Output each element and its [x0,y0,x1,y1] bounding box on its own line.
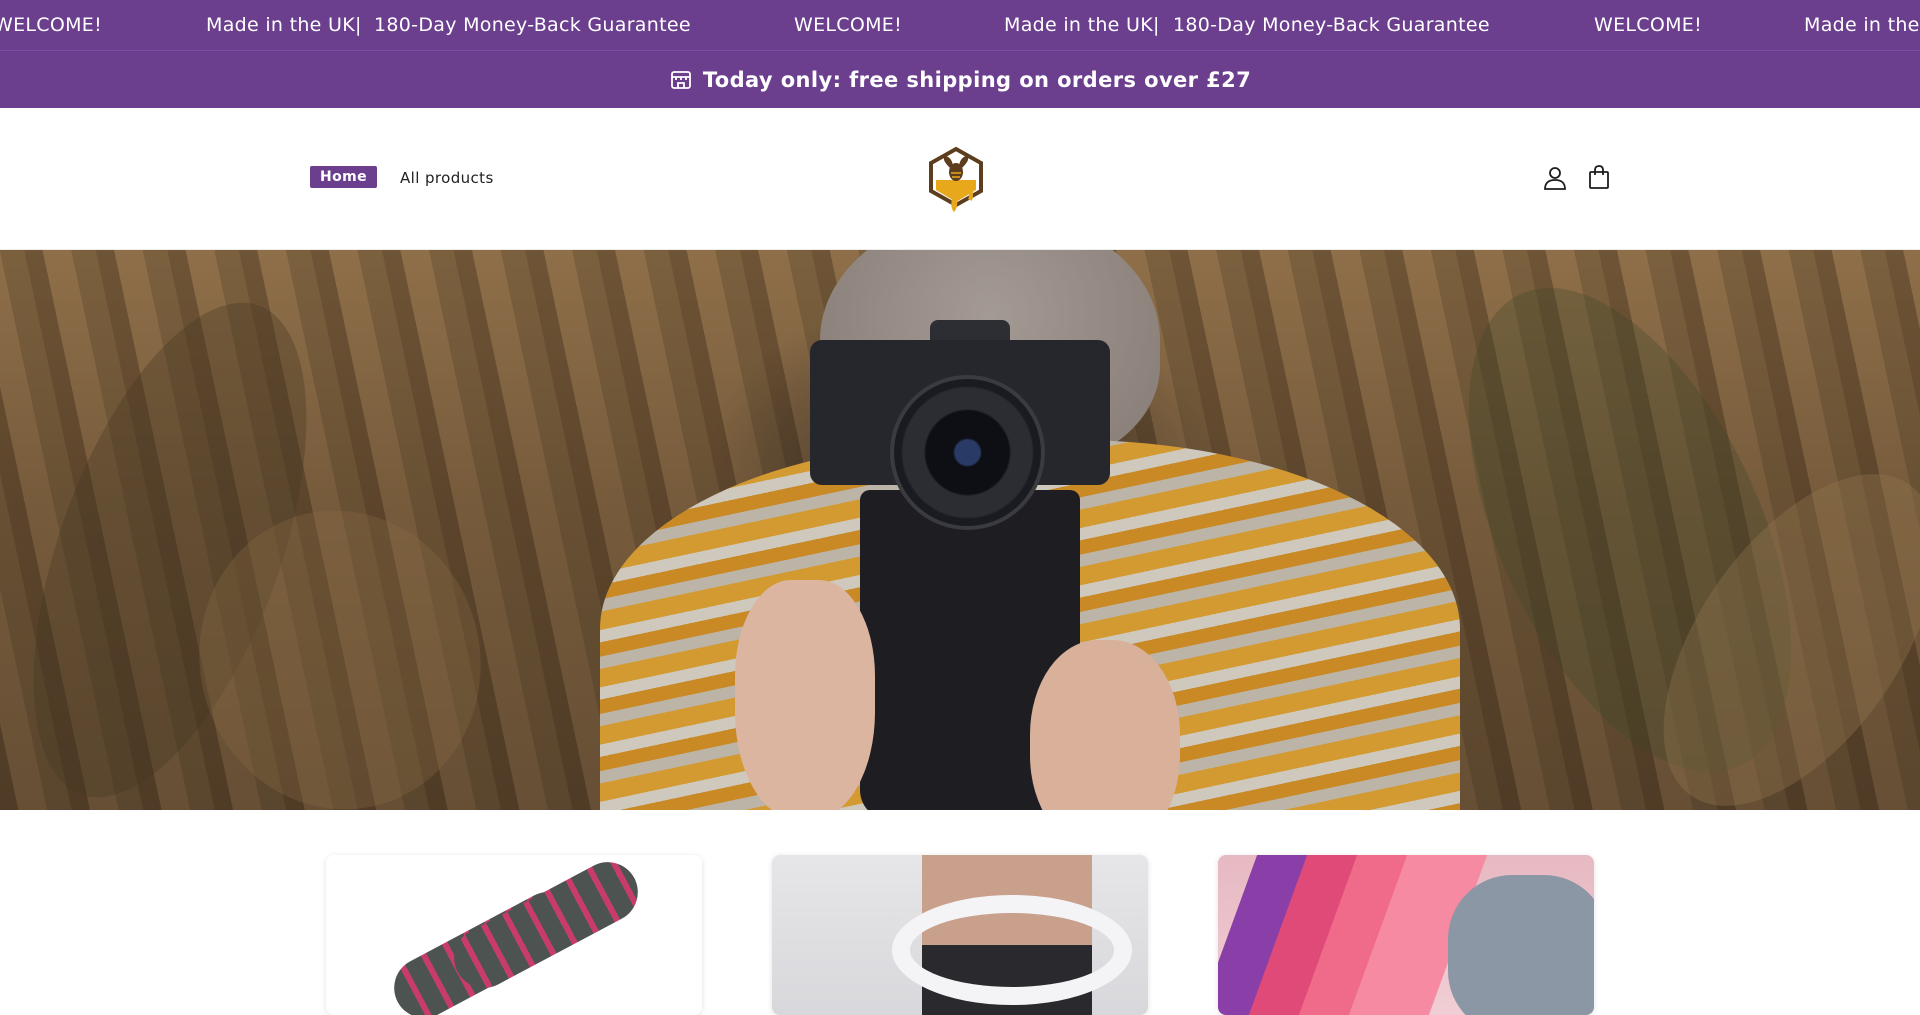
hero-hand [1030,640,1180,810]
nav-all-products-link[interactable]: All products [400,169,494,187]
marquee-item: WELCOME! [1594,14,1703,36]
marquee-item: Made in the UK| [206,14,362,36]
announcement-text: Today only: free shipping on orders over… [702,67,1252,92]
marquee-item: WELCOME! [794,14,903,36]
marquee-bar: WELCOME! Made in the UK| 180-Day Money-B… [0,0,1920,50]
site-header: Home All products [0,108,1920,250]
announcement-bar: Today only: free shipping on orders over… [0,50,1920,108]
marquee-item: 180-Day Money-Back Guarantee [1173,14,1490,36]
marquee-item: Made in the [1804,14,1920,36]
product-card[interactable] [772,855,1148,1015]
hero-banner-image [0,250,1920,810]
product-image-leg [1448,875,1594,1015]
shop-icon [670,70,691,89]
product-card[interactable] [326,855,702,1015]
bee-honey-logo[interactable] [926,146,986,214]
account-icon[interactable] [1542,165,1568,191]
hero-hand [735,580,875,810]
nav-home-link[interactable]: Home [310,166,378,188]
hero-camera-lens [890,375,1045,530]
marquee-item: WELCOME! [0,14,103,36]
marquee-item: 180-Day Money-Back Guarantee [374,14,691,36]
hula-hoop-image [892,895,1132,1005]
product-card[interactable] [1218,855,1594,1015]
cart-icon[interactable] [1587,164,1611,190]
marquee-item: Made in the UK| [1004,14,1160,36]
